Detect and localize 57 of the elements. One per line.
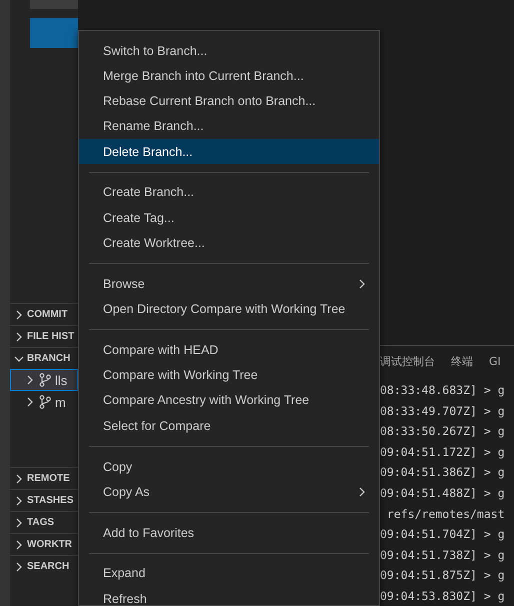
menu-item[interactable]: Browse (79, 271, 379, 296)
menu-item[interactable]: Delete Branch... (79, 139, 379, 164)
chevron-right-icon[interactable] (14, 474, 24, 484)
section-title: COMMIT (27, 309, 68, 320)
menu-item[interactable]: Rename Branch... (79, 114, 379, 139)
section-title: WORKTR (27, 539, 72, 550)
menu-item[interactable]: Select for Compare (79, 413, 379, 438)
chevron-right-icon[interactable] (14, 540, 24, 550)
log-line: 08:33:50.267Z] > g (380, 423, 506, 440)
section-title: SEARCH (27, 561, 70, 572)
chevron-right-icon[interactable] (14, 496, 24, 506)
log-line: 09:04:51.172Z] > g (380, 444, 506, 461)
section-title: BRANCH (27, 353, 70, 364)
menu-item[interactable]: Compare with Working Tree (79, 362, 379, 388)
chevron-down-icon[interactable] (14, 354, 24, 364)
log-line: 09:04:51.704Z] > g (380, 526, 506, 544)
menu-item[interactable]: Copy As (79, 479, 379, 504)
menu-item[interactable]: Compare Ancestry with Working Tree (79, 388, 379, 414)
menu-item[interactable]: Add to Favorites (79, 520, 379, 546)
branch-icon (39, 373, 51, 387)
menu-item[interactable]: Copy (79, 454, 379, 480)
menu-item[interactable]: Expand (79, 560, 379, 586)
menu-item[interactable]: Refresh (79, 586, 379, 605)
branch-item[interactable]: m (10, 391, 78, 413)
menu-item[interactable]: Create Tag... (79, 205, 379, 230)
menu-item[interactable]: Compare with HEAD (79, 337, 379, 363)
log-line: refs/remotes/mast (386, 506, 506, 523)
menu-item[interactable]: Create Branch... (79, 180, 379, 206)
section-title: TAGS (27, 517, 54, 528)
log-line: 08:33:48.683Z] > g (380, 382, 506, 399)
menu-item[interactable]: Create Worktree... (79, 230, 379, 256)
log-line: 09:04:51.386Z] > g (380, 464, 506, 482)
log-line: 09:04:51.738Z] > g (380, 546, 506, 564)
section-title: FILE HIST (27, 331, 74, 342)
panel-tab[interactable]: 终端 (451, 354, 473, 368)
section-title: REMOTE (27, 473, 70, 484)
chevron-right-icon[interactable] (25, 375, 35, 385)
chevron-right-icon[interactable] (25, 397, 35, 407)
log-line: 09:04:53.830Z] > g (380, 588, 506, 605)
branch-item[interactable]: lls (10, 369, 78, 391)
chevron-right-icon[interactable] (14, 332, 24, 342)
panel-tab[interactable]: GI (489, 354, 501, 368)
log-line: 09:04:51.875Z] > g (380, 567, 506, 584)
chevron-right-icon[interactable] (14, 562, 24, 572)
panel-tab[interactable]: 调试控制台 (380, 354, 435, 368)
branch-icon (39, 395, 51, 409)
menu-item[interactable]: Rebase Current Branch onto Branch... (79, 88, 379, 114)
log-line: 08:33:49.707Z] > g (380, 402, 506, 420)
chevron-right-icon[interactable] (14, 518, 24, 528)
menu-item[interactable]: Open Directory Compare with Working Tree (79, 296, 379, 322)
chevron-right-icon[interactable] (14, 310, 24, 320)
section-title: STASHES (27, 495, 74, 506)
branch-name: m (55, 394, 66, 410)
log-line: 09:04:51.488Z] > g (380, 484, 506, 502)
menu-item[interactable]: Merge Branch into Current Branch... (79, 63, 379, 88)
branch-name: lls (55, 372, 68, 388)
menu-item[interactable]: Switch to Branch... (79, 38, 379, 64)
